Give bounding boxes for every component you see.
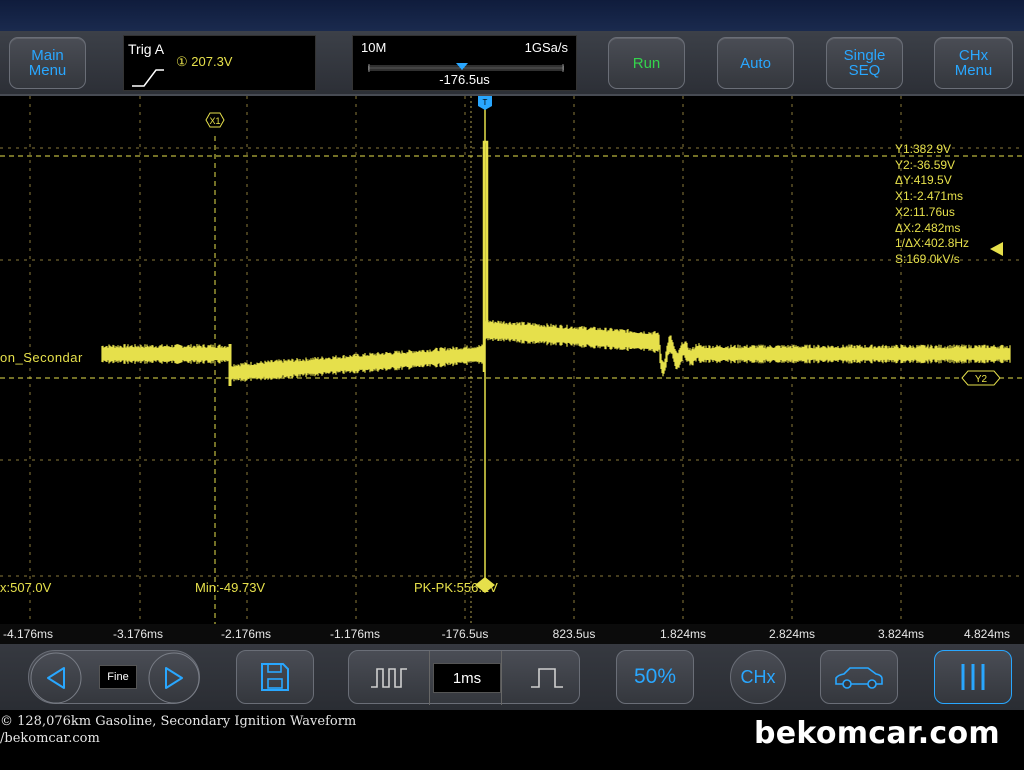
single-label-2: SEQ xyxy=(848,62,881,79)
car-icon xyxy=(835,667,883,689)
rising-edge-icon xyxy=(132,69,164,87)
timebase-value: 1ms xyxy=(433,663,501,693)
x-tick: 3.824ms xyxy=(877,627,925,641)
timebase-divider xyxy=(429,651,430,705)
auto-button[interactable]: Auto xyxy=(717,37,794,89)
chx-menu-button[interactable]: CHx Menu xyxy=(934,37,1013,89)
save-icon xyxy=(261,663,289,691)
timebase-divider xyxy=(501,651,502,705)
trigger-marker-label: T xyxy=(483,98,488,107)
readout-y2: Y2:-36.59V xyxy=(895,157,956,172)
save-button[interactable] xyxy=(236,650,314,704)
watermark: bekomcar.com xyxy=(753,716,1000,751)
main-menu-button[interactable]: Main Menu xyxy=(9,37,86,89)
trigger-panel[interactable]: Trig A ① 207.3V xyxy=(123,35,316,91)
chx-menu-label-2: Menu xyxy=(954,62,993,79)
x-tick: 4.824ms xyxy=(963,627,1011,641)
x1-marker-label: X1 xyxy=(209,116,220,126)
bottom-toolbar: Fine 1ms 50% CHx xyxy=(0,644,1024,710)
readout-x2: X2:11.76us xyxy=(895,204,955,219)
max-measurement: x:507.0V xyxy=(0,580,52,595)
timebase-panel[interactable]: 10M 1GSa/s -176.5us xyxy=(352,35,577,91)
trigger-label: Trig A xyxy=(128,41,165,57)
y2-marker-label: Y2 xyxy=(975,374,988,385)
channel-name-label: on_Secondar xyxy=(0,350,83,365)
narrow-pulse-icon[interactable] xyxy=(527,663,567,693)
cursor-readout: Y1:382.9V Y2:-36.59V ΔY:419.5V X1:-2.471… xyxy=(895,142,969,268)
readout-dy: ΔY:419.5V xyxy=(895,173,952,188)
main-menu-label-1: Main xyxy=(31,47,64,64)
x-tick: 1.824ms xyxy=(659,627,707,641)
trace-body xyxy=(101,320,1011,383)
readout-y1: Y1:382.9V xyxy=(895,142,952,156)
caption-line-2: /bekomcar.com xyxy=(0,731,100,746)
min-measurement: Min:-49.73V xyxy=(195,580,266,595)
left-arrow-icon[interactable] xyxy=(43,665,69,691)
x-tick: -176.5us xyxy=(441,627,489,641)
memory-depth: 10M xyxy=(361,40,387,55)
timebase-control[interactable]: 1ms xyxy=(348,650,580,705)
fifty-percent-button[interactable]: 50% xyxy=(616,650,694,704)
x-tick: -2.176ms xyxy=(220,627,272,641)
readout-x1: X1:-2.471ms xyxy=(895,189,964,204)
readout-slope: S:169.0kV/s xyxy=(895,251,960,266)
channel-level-arrow-icon[interactable] xyxy=(990,242,1003,256)
menu-bars-icon xyxy=(961,664,985,690)
pkpk-measurement: PK-PK:556.2V xyxy=(414,580,498,595)
status-bar xyxy=(0,0,1024,31)
chx-button[interactable]: CHx xyxy=(730,650,786,704)
run-button[interactable]: Run xyxy=(608,37,685,89)
trigger-position: -176.5us xyxy=(439,72,490,87)
sample-rate: 1GSa/s xyxy=(524,40,568,55)
vehicle-button[interactable] xyxy=(820,650,898,704)
right-arrow-icon[interactable] xyxy=(161,665,187,691)
x-tick: -3.176ms xyxy=(112,627,164,641)
time-axis: -4.176ms -3.176ms -2.176ms -1.176ms -176… xyxy=(0,624,1024,644)
caption-footer: © 128,076km Gasoline, Secondary Ignition… xyxy=(0,710,1024,770)
waveform-trace xyxy=(101,140,1011,386)
x-tick: 823.5us xyxy=(552,627,596,641)
menu-bars-button[interactable] xyxy=(934,650,1012,704)
main-menu-label-2: Menu xyxy=(28,62,67,79)
waveform-display[interactable]: X1 Y2 T on_Secondar Y1:382.9V Y2:-36.59V… xyxy=(0,96,1024,624)
x-tick: 2.824ms xyxy=(768,627,816,641)
x-tick: -4.176ms xyxy=(2,627,54,641)
x-tick: -1.176ms xyxy=(329,627,381,641)
caption-line-1: © 128,076km Gasoline, Secondary Ignition… xyxy=(0,714,357,729)
fine-adjust-control[interactable]: Fine xyxy=(28,650,200,704)
chx-menu-label-1: CHx xyxy=(958,47,989,64)
top-toolbar: Main Menu Trig A ① 207.3V 10M 1GSa/s -176… xyxy=(0,31,1024,96)
readout-dx: ΔX:2.482ms xyxy=(895,220,961,235)
single-seq-button[interactable]: Single SEQ xyxy=(826,37,903,89)
single-label-1: Single xyxy=(843,47,886,64)
trigger-level: ① 207.3V xyxy=(176,54,233,69)
waveform-grid: X1 Y2 T xyxy=(0,96,1024,624)
wide-pulse-icon[interactable] xyxy=(369,663,409,693)
fine-label: Fine xyxy=(99,665,137,689)
readout-inv-dx: 1/ΔX:402.8Hz xyxy=(895,236,970,251)
